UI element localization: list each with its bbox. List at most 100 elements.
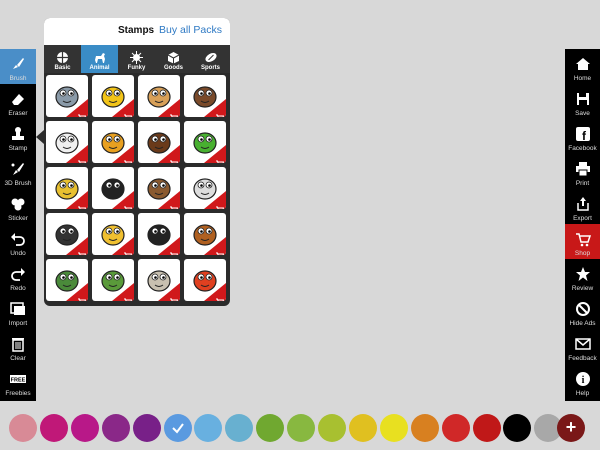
stamp-giraffe[interactable]	[92, 213, 134, 255]
tool-help-button[interactable]: i Help	[565, 364, 600, 399]
tool-undo-button[interactable]: Undo	[0, 224, 36, 259]
tab-goods[interactable]: Goods	[155, 45, 192, 73]
football-icon	[204, 51, 218, 64]
tool-label: Shop	[574, 250, 591, 257]
tool-facebook-button[interactable]: f Facebook	[565, 119, 600, 154]
popover-title: Stamps	[118, 25, 155, 36]
save-icon	[574, 90, 592, 108]
left-toolbar: Brush Eraser Stamp 3D Brush Sticker Undo Redo I…	[0, 49, 36, 401]
color-swatch[interactable]	[410, 414, 439, 442]
stamp-wolf[interactable]	[138, 259, 180, 301]
stamp-zebra[interactable]	[184, 167, 226, 209]
stamp-puffin[interactable]	[138, 213, 180, 255]
stamp-cat[interactable]	[138, 75, 180, 117]
tool-redo-button[interactable]: Redo	[0, 259, 36, 294]
stamp-icon	[9, 125, 27, 143]
tool-eraser-button[interactable]: Eraser	[0, 84, 36, 119]
print-icon	[574, 160, 592, 178]
color-swatch[interactable]	[441, 414, 470, 442]
color-swatch[interactable]	[472, 414, 501, 442]
tool-hide-ads-button[interactable]: Hide Ads	[565, 294, 600, 329]
stamp-monkey[interactable]	[184, 213, 226, 255]
cart-icon	[124, 246, 133, 255]
stamp-beaver[interactable]	[138, 167, 180, 209]
color-swatch[interactable]	[101, 414, 130, 442]
stamp-frog[interactable]	[184, 121, 226, 163]
tool-label: Home	[573, 75, 592, 82]
tool-print-button[interactable]: Print	[565, 154, 600, 189]
tool-label: Stamp	[8, 145, 28, 152]
color-swatch[interactable]	[256, 414, 285, 442]
cart-icon	[124, 200, 133, 209]
check-icon	[171, 421, 185, 440]
stamp-moose[interactable]	[138, 121, 180, 163]
cart-icon	[170, 200, 179, 209]
tool-freebies-button[interactable]: FREE Freebies	[0, 364, 36, 399]
tool-import-button[interactable]: Import	[0, 294, 36, 329]
3d-brush-icon	[9, 160, 27, 178]
color-swatch[interactable]	[225, 414, 254, 442]
tool-label: Freebies	[5, 390, 31, 397]
tool-home-button[interactable]: Home	[565, 49, 600, 84]
tool-feedback-button[interactable]: Feedback	[565, 329, 600, 364]
tool-clear-button[interactable]: Clear	[0, 329, 36, 364]
home-icon	[574, 55, 592, 73]
stamp-triceratops[interactable]	[92, 259, 134, 301]
tab-funky[interactable]: Funky	[118, 45, 155, 73]
tool-label: Sticker	[8, 215, 28, 222]
tool-brush-button[interactable]: Brush	[0, 49, 36, 84]
stamp-elephant[interactable]	[46, 75, 88, 117]
color-swatch[interactable]	[348, 414, 377, 442]
stamp-cow[interactable]	[46, 121, 88, 163]
tool-label: Facebook	[568, 145, 597, 152]
color-swatch[interactable]	[503, 414, 532, 442]
color-swatch[interactable]	[163, 414, 192, 442]
tool-label: 3D Brush	[4, 180, 32, 187]
cart-icon	[216, 108, 225, 117]
tool-sticker-button[interactable]: Sticker	[0, 189, 36, 224]
color-swatch[interactable]	[287, 414, 316, 442]
tool-stamp-button[interactable]: Stamp	[0, 119, 36, 154]
cart-icon	[78, 292, 87, 301]
color-swatch[interactable]	[318, 414, 346, 442]
stamps-popover: Stamps Buy all Packs Basic Animal Funky Goo…	[44, 18, 230, 306]
cart-icon	[124, 292, 133, 301]
stamp-bear[interactable]	[184, 75, 226, 117]
mail-icon	[574, 335, 592, 353]
stamp-bee[interactable]	[92, 75, 134, 117]
tool-label: Review	[571, 285, 594, 292]
cart-icon	[78, 200, 87, 209]
tab-label: Basic	[54, 65, 71, 71]
cart-icon	[124, 108, 133, 117]
add-color-button[interactable]: +	[557, 414, 585, 442]
star-icon	[574, 265, 592, 283]
color-swatch[interactable]	[70, 414, 99, 442]
cart-icon	[170, 246, 179, 255]
tool-review-button[interactable]: Review	[565, 259, 600, 294]
stamp-rooster[interactable]	[184, 259, 226, 301]
stamp-parrot[interactable]	[92, 121, 134, 163]
color-swatch[interactable]	[194, 414, 223, 442]
tool-export-button[interactable]: Export	[565, 189, 600, 224]
color-swatch[interactable]	[379, 414, 408, 442]
stamp-scorpion[interactable]	[46, 213, 88, 255]
color-swatch[interactable]	[132, 414, 161, 442]
tool-shop-button[interactable]: Shop	[565, 224, 600, 259]
undo-icon	[9, 230, 27, 248]
tab-label: Goods	[164, 65, 183, 71]
color-swatch[interactable]	[9, 414, 37, 442]
tab-sports[interactable]: Sports	[192, 45, 229, 73]
tool-3d-brush-button[interactable]: 3D Brush	[0, 154, 36, 189]
tab-animal[interactable]: Animal	[81, 45, 118, 73]
buy-all-packs-button[interactable]: Buy all Packs	[159, 24, 222, 36]
cart-icon	[78, 154, 87, 163]
cart-icon	[78, 246, 87, 255]
stamp-penguin[interactable]	[92, 167, 134, 209]
color-swatch[interactable]	[39, 414, 68, 442]
tool-save-button[interactable]: Save	[565, 84, 600, 119]
tool-label: Clear	[10, 355, 26, 362]
svg-text:FREE: FREE	[11, 378, 26, 384]
stamp-dinosaur[interactable]	[46, 259, 88, 301]
stamp-leopard[interactable]	[46, 167, 88, 209]
tab-basic[interactable]: Basic	[44, 45, 81, 73]
